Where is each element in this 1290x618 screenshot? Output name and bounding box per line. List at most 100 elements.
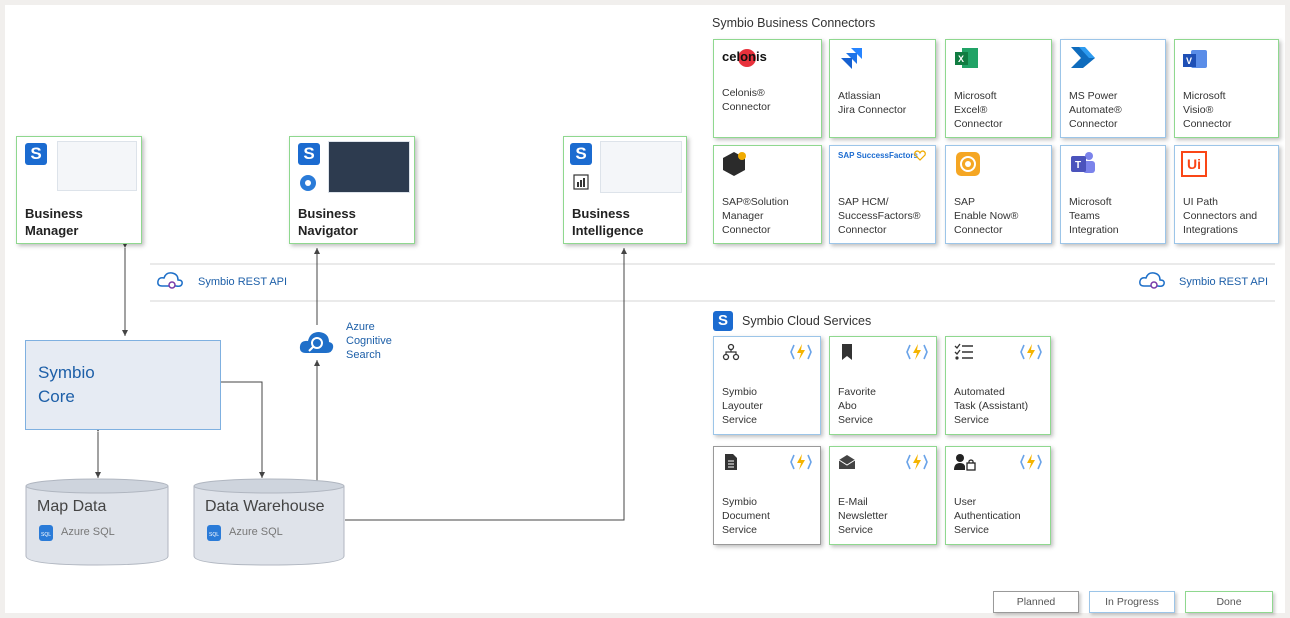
service-tile-favorite-abo: Favorite Abo Service (829, 336, 937, 435)
service-label: Symbio Layouter Service (722, 386, 763, 426)
user-lock-icon (954, 454, 976, 471)
checklist-icon (954, 343, 973, 360)
core-warehouse-arrow (219, 381, 265, 478)
svg-text:X: X (958, 54, 964, 64)
business-connectors-title: Symbio Business Connectors (712, 16, 876, 30)
database-sub: Azure SQL (229, 526, 283, 538)
bookmark-icon (842, 344, 852, 360)
business-manager-tile: S Business Manager (16, 136, 142, 244)
connector-tile-teams: T Microsoft Teams Integration (1060, 145, 1166, 244)
legend-planned: Planned (993, 591, 1079, 613)
mail-icon (838, 455, 856, 469)
power-automate-icon (1071, 47, 1095, 68)
legend-done: Done (1185, 591, 1273, 613)
connector-label: UI Path Connectors and Integrations (1183, 196, 1258, 236)
azure-function-icon (906, 344, 928, 360)
connector-label: SAP Enable Now® Connector (954, 196, 1019, 236)
cloud-api-icon (1139, 272, 1165, 289)
rest-api-label-right: Symbio REST API (1179, 276, 1269, 288)
connector-label: MS Power Automate® Connector (1069, 90, 1122, 130)
data-warehouse-database: Data Warehouse SQL Azure SQL (193, 478, 345, 566)
service-tile-layouter: Symbio Layouter Service (713, 336, 821, 435)
business-intelligence-tile: S Business Intelligence (563, 136, 687, 244)
connector-label: Microsoft Visio® Connector (1183, 90, 1232, 130)
app-label: Business Manager (25, 206, 83, 238)
connector-tile-sap-hcm: SAP SuccessFactors SAP HCM/ SuccessFacto… (829, 145, 936, 244)
connector-label: Microsoft Excel® Connector (954, 90, 1003, 130)
service-tile-automated-task: Automated Task (Assistant) Service (945, 336, 1051, 435)
map-data-database: Map Data SQL Azure SQL (25, 478, 169, 566)
azure-function-icon (790, 344, 812, 360)
symbio-logo-icon: S (298, 143, 320, 165)
database-cylinder (193, 478, 345, 566)
sap-enable-now-icon (956, 152, 980, 176)
connector-tile-sap-solution-manager: SAP®Solution Manager Connector (713, 145, 822, 244)
service-tile-newsletter: E-Mail Newsletter Service (829, 446, 937, 545)
connector-tile-power-automate: MS Power Automate® Connector (1060, 39, 1166, 138)
symbio-logo-icon: S (713, 311, 733, 331)
database-label: Data Warehouse (205, 498, 325, 515)
database-label: Map Data (37, 498, 107, 515)
business-navigator-tile: S Business Navigator (289, 136, 415, 244)
service-label: Favorite Abo Service (838, 386, 876, 426)
azure-search-small-icon (300, 175, 316, 191)
azure-function-icon (790, 454, 812, 470)
azure-function-icon (906, 454, 928, 470)
database-cylinder (25, 478, 169, 566)
connector-tile-celonis: celonis Celonis® Connector (713, 39, 822, 138)
connector-tile-jira: Atlassian Jira Connector (829, 39, 936, 138)
database-sub: Azure SQL (61, 526, 115, 538)
symbio-logo-icon: S (25, 143, 47, 165)
connector-tile-uipath: Ui UI Path Connectors and Integrations (1174, 145, 1279, 244)
service-label: E-Mail Newsletter Service (838, 496, 888, 536)
azure-function-icon (1020, 344, 1042, 360)
jira-icon (841, 48, 862, 69)
power-bi-icon (573, 174, 589, 190)
sap-solution-manager-icon (723, 152, 746, 176)
warehouse-intelligence-arrow (345, 248, 627, 521)
teams-icon: T (1071, 152, 1095, 173)
hierarchy-icon (722, 343, 740, 361)
legend-in-progress: In Progress (1089, 591, 1175, 613)
sap-successfactors-logo: SAP SuccessFactors (838, 151, 918, 160)
heart-icon (914, 150, 926, 161)
azure-search-icon (299, 332, 334, 353)
sql-database-icon: SQL (39, 525, 53, 541)
svg-text:SQL: SQL (209, 532, 219, 538)
connector-label: SAP HCM/ SuccessFactors® Connector (838, 196, 921, 236)
sql-database-icon: SQL (207, 525, 221, 541)
connector-label: SAP®Solution Manager Connector (722, 196, 789, 236)
uipath-logo-icon: Ui (1181, 151, 1207, 177)
app-label: Business Navigator (298, 206, 358, 238)
azure-function-icon (1020, 454, 1042, 470)
svg-text:SQL: SQL (41, 532, 51, 538)
svg-text:V: V (1186, 56, 1192, 66)
cloud-api-icon (157, 272, 183, 289)
symbio-core-box: Symbio Core (25, 340, 221, 430)
connector-label: Microsoft Teams Integration (1069, 196, 1119, 236)
service-label: User Authentication Service (954, 496, 1021, 536)
service-label: Automated Task (Assistant) Service (954, 386, 1029, 426)
visio-icon: V (1183, 50, 1207, 68)
rest-api-label-left: Symbio REST API (198, 276, 288, 288)
celonis-logo-text: celonis (722, 49, 767, 64)
screenshot-thumbnail (600, 141, 682, 193)
connector-tile-sap-enable-now: SAP Enable Now® Connector (945, 145, 1052, 244)
azure-search-label: Azure Cognitive Search (346, 321, 392, 361)
service-tile-user-authentication: User Authentication Service (945, 446, 1051, 545)
cloud-services-title: Symbio Cloud Services (742, 314, 872, 328)
connector-label: Atlassian Jira Connector (838, 90, 907, 116)
service-label: Symbio Document Service (722, 496, 770, 536)
connector-label: Celonis® Connector (722, 87, 771, 113)
core-label: Symbio Core (38, 363, 95, 406)
app-label: Business Intelligence (572, 206, 644, 238)
screenshot-thumbnail (328, 141, 410, 193)
svg-text:T: T (1075, 160, 1081, 171)
document-icon (725, 454, 737, 470)
excel-icon: X (955, 48, 978, 68)
screenshot-thumbnail (57, 141, 137, 191)
symbio-logo-icon: S (570, 143, 592, 165)
connector-tile-excel: X Microsoft Excel® Connector (945, 39, 1052, 138)
connector-tile-visio: V Microsoft Visio® Connector (1174, 39, 1279, 138)
service-tile-document: Symbio Document Service (713, 446, 821, 545)
